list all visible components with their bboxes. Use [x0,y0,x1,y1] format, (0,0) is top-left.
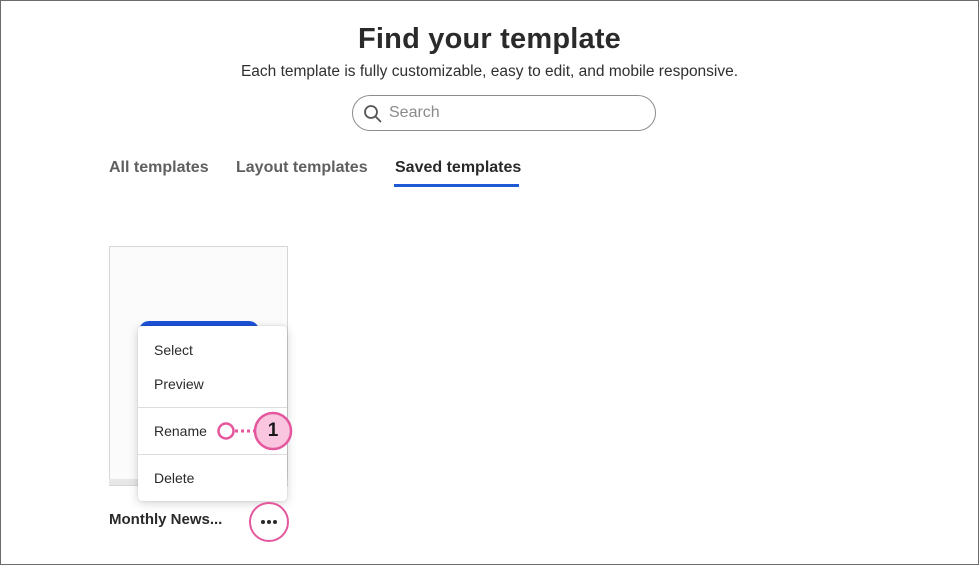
menu-item-preview[interactable]: Preview [154,376,204,392]
active-tab-indicator [394,184,519,187]
more-options-button[interactable] [249,502,289,542]
tab-layout-templates[interactable]: Layout templates [236,159,368,177]
menu-item-rename[interactable]: Rename [154,423,207,439]
menu-item-delete[interactable]: Delete [154,470,194,486]
page-title: Find your template [357,23,621,55]
search-bar[interactable] [352,95,656,131]
menu-divider [138,454,287,455]
callout-number: 1 [267,420,279,441]
menu-divider [138,407,287,408]
page-frame: Find your template Each template is full… [0,0,979,565]
tab-all-templates[interactable]: All templates [109,159,209,177]
tab-saved-templates[interactable]: Saved templates [395,159,521,177]
search-icon [364,105,382,123]
more-horizontal-icon [261,520,277,524]
menu-item-select[interactable]: Select [154,342,193,358]
page-subtitle: Each template is fully customizable, eas… [240,63,739,80]
template-card-title: Monthly News... [109,511,223,528]
search-input[interactable] [389,97,639,129]
